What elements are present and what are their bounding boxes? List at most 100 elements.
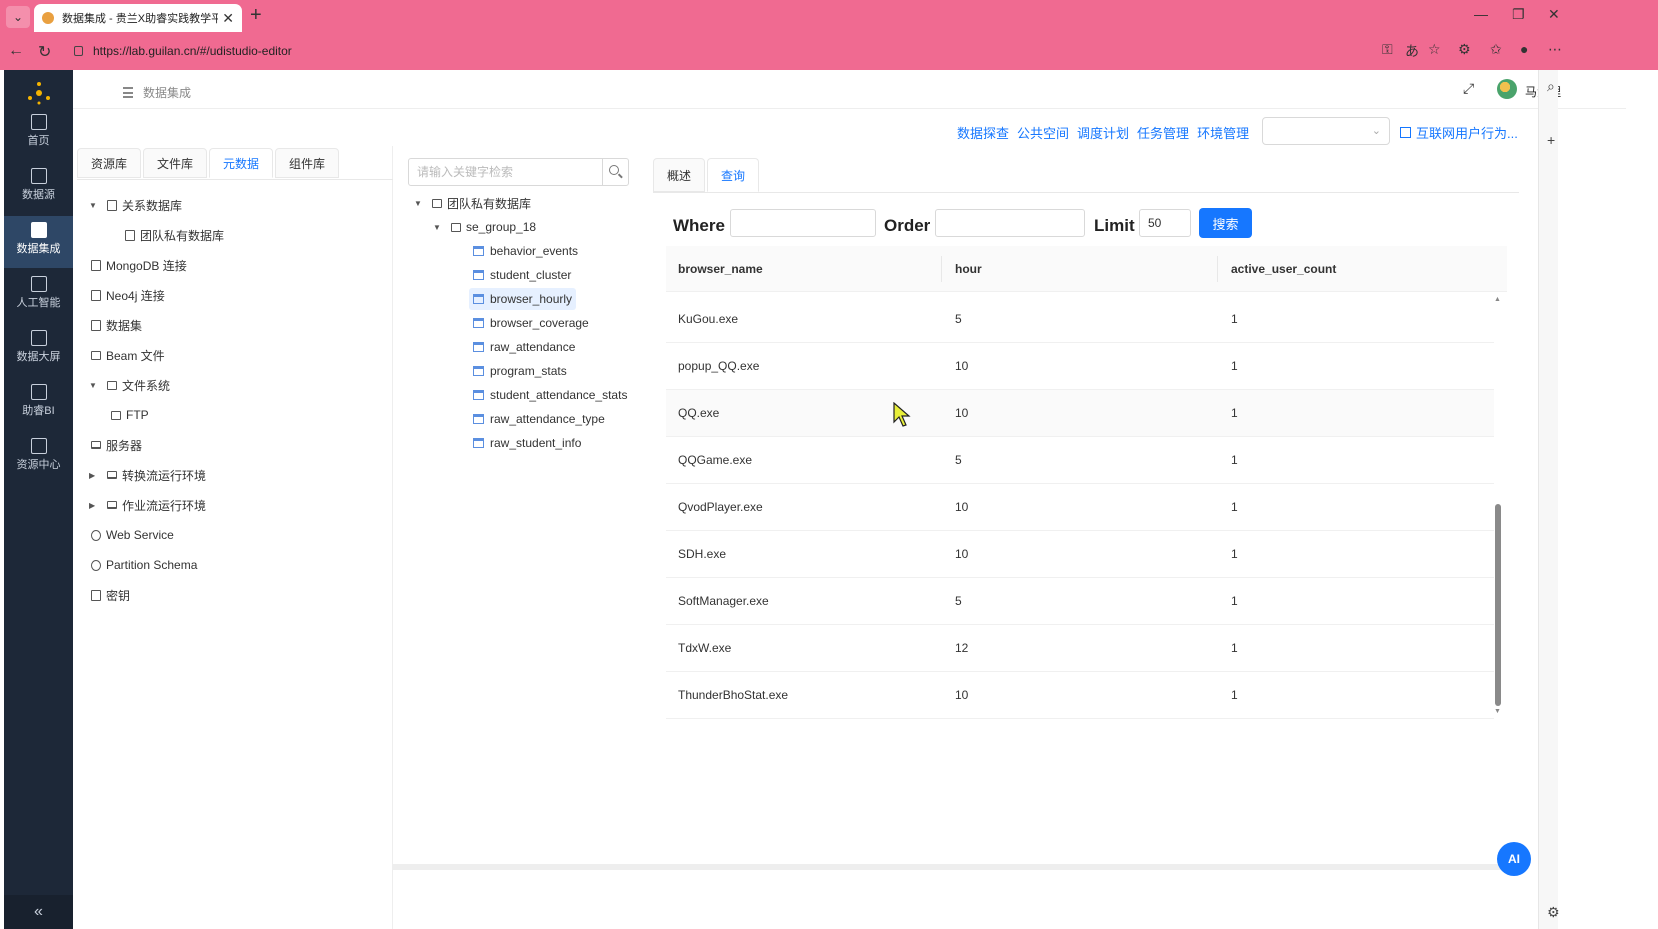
minimize-button[interactable]: — — [1474, 6, 1488, 22]
tree-mongodb[interactable]: MongoDB 连接 — [91, 254, 187, 276]
table-row[interactable]: QQ.exe 10 1 — [666, 390, 1494, 437]
nav-data-integration[interactable]: 数据集成 — [4, 216, 73, 268]
where-input[interactable] — [730, 209, 876, 237]
menu-icon[interactable] — [123, 87, 133, 98]
ai-assistant-button[interactable]: AI — [1497, 842, 1531, 876]
favorites-icon[interactable]: ✩ — [1490, 41, 1502, 58]
search-button[interactable] — [602, 159, 628, 185]
table-scrollbar[interactable]: ▲ ▼ — [1494, 296, 1502, 718]
link-schedule-plan[interactable]: 调度计划 — [1077, 123, 1129, 142]
scrollbar-thumb[interactable] — [1495, 504, 1501, 706]
tab-metadata[interactable]: 元数据 — [209, 148, 274, 178]
caret-down-icon[interactable]: ▼ — [89, 201, 101, 210]
tab-close-icon[interactable]: ✕ — [222, 10, 234, 27]
link-task-management[interactable]: 任务管理 — [1137, 123, 1189, 142]
table-node[interactable]: student_attendance_stats — [473, 384, 627, 406]
profile-icon[interactable]: ● — [1520, 41, 1528, 57]
tree-beam-file[interactable]: Beam 文件 — [91, 344, 165, 366]
tree-ftp[interactable]: FTP — [111, 404, 149, 426]
table-node[interactable]: raw_student_info — [473, 432, 581, 454]
table-node[interactable]: browser_coverage — [473, 312, 589, 334]
table-row[interactable]: QQGame.exe 5 1 — [666, 437, 1494, 484]
tree-job-env[interactable]: ▶ 作业流运行环境 — [89, 494, 206, 516]
limit-input[interactable] — [1139, 209, 1191, 237]
tree-web-service[interactable]: Web Service — [91, 524, 174, 546]
caret-down-icon[interactable]: ▼ — [433, 223, 445, 232]
table-search-input[interactable] — [409, 159, 603, 185]
tree-neo4j[interactable]: Neo4j 连接 — [91, 284, 165, 306]
query-search-button[interactable]: 搜索 — [1199, 208, 1252, 238]
nav-bi[interactable]: 助睿BI — [4, 378, 73, 430]
caret-right-icon[interactable]: ▶ — [89, 471, 101, 480]
more-menu-icon[interactable]: ⋯ — [1548, 41, 1562, 58]
project-select[interactable]: ⌄ — [1262, 117, 1390, 145]
table-node[interactable]: behavior_events — [473, 240, 578, 262]
column-header[interactable]: active_user_count — [1231, 262, 1336, 276]
tree-relational-db[interactable]: ▼ 关系数据库 — [89, 194, 182, 216]
tree-dataset[interactable]: 数据集 — [91, 314, 142, 336]
scroll-up-icon[interactable]: ▲ — [1494, 296, 1501, 303]
key-icon[interactable]: ⚿ — [1382, 41, 1393, 58]
horizontal-scrollbar[interactable] — [393, 864, 1516, 870]
table-node[interactable]: program_stats — [473, 360, 567, 382]
fullscreen-icon[interactable]: ⤢ — [1463, 80, 1474, 97]
tree-secret-key[interactable]: 密钥 — [91, 584, 130, 606]
nav-dashboard[interactable]: 数据大屏 — [4, 324, 73, 376]
tree-se-group[interactable]: ▼ se_group_18 — [433, 216, 536, 238]
project-link[interactable]: 互联网用户行为... — [1400, 123, 1518, 142]
table-row[interactable]: SDH.exe 10 1 — [666, 531, 1494, 578]
tree-transform-env[interactable]: ▶ 转换流运行环境 — [89, 464, 206, 486]
tab-resource-repo[interactable]: 资源库 — [77, 148, 142, 178]
collapse-sidebar-button[interactable]: « — [4, 895, 73, 929]
avatar[interactable] — [1497, 79, 1517, 99]
reload-icon[interactable]: ↻ — [38, 42, 51, 62]
tab-component-repo[interactable]: 组件库 — [275, 148, 340, 178]
caret-down-icon[interactable]: ▼ — [89, 381, 101, 390]
tree-server[interactable]: 服务器 — [91, 434, 142, 456]
link-env-management[interactable]: 环境管理 — [1197, 123, 1249, 142]
table-row[interactable]: TdxW.exe 12 1 — [666, 625, 1494, 672]
nav-ai[interactable]: 人工智能 — [4, 270, 73, 322]
add-icon[interactable]: + — [1547, 132, 1555, 148]
column-divider[interactable] — [1217, 256, 1218, 282]
tree-partition-schema[interactable]: Partition Schema — [91, 554, 197, 576]
browser-tab[interactable]: 数据集成 - 贵兰X助睿实践教学平台 ✕ — [34, 4, 242, 32]
back-arrow-icon[interactable]: ← — [8, 42, 24, 60]
settings-gear-icon[interactable]: ⚙ — [1547, 904, 1560, 921]
order-input[interactable] — [935, 209, 1085, 237]
nav-resource-center[interactable]: 资源中心 — [4, 432, 73, 484]
tab-query[interactable]: 查询 — [707, 158, 760, 192]
tab-overview[interactable]: 概述 — [653, 158, 706, 192]
favorite-star-icon[interactable]: ☆ — [1428, 41, 1441, 58]
translate-icon[interactable]: あ — [1405, 41, 1419, 61]
table-row[interactable]: ThunderBhoStat.exe 10 1 — [666, 672, 1494, 719]
column-divider[interactable] — [941, 256, 942, 282]
tab-list-button[interactable]: ⌄ — [6, 6, 30, 28]
tree-filesystem[interactable]: ▼ 文件系统 — [89, 374, 170, 396]
table-row[interactable]: popup_QQ.exe 10 1 — [666, 343, 1494, 390]
table-row[interactable]: QvodPlayer.exe 10 1 — [666, 484, 1494, 531]
link-public-space[interactable]: 公共空间 — [1017, 123, 1069, 142]
table-node[interactable]: raw_attendance — [473, 336, 575, 358]
table-node[interactable]: student_cluster — [473, 264, 571, 286]
new-tab-button[interactable]: + — [250, 4, 262, 27]
restore-button[interactable]: ❐ — [1512, 6, 1525, 23]
caret-right-icon[interactable]: ▶ — [89, 501, 101, 510]
column-header[interactable]: hour — [955, 262, 982, 276]
tab-file-repo[interactable]: 文件库 — [143, 148, 208, 178]
table-row[interactable]: SoftManager.exe 5 1 — [666, 578, 1494, 625]
link-data-explore[interactable]: 数据探查 — [957, 123, 1009, 142]
nav-datasource[interactable]: 数据源 — [4, 162, 73, 214]
scroll-down-icon[interactable]: ▼ — [1494, 708, 1501, 715]
window-close-button[interactable]: ✕ — [1548, 6, 1560, 23]
tree-team-db-root[interactable]: ▼ 团队私有数据库 — [414, 192, 531, 214]
tree-team-private-db[interactable]: 团队私有数据库 — [107, 224, 224, 246]
extensions-icon[interactable]: ⚙ — [1458, 41, 1471, 58]
column-header[interactable]: browser_name — [678, 262, 763, 276]
search-icon[interactable]: ⌕ — [1547, 78, 1555, 95]
caret-down-icon[interactable]: ▼ — [414, 199, 426, 208]
url-field[interactable]: https://lab.guilan.cn/#/udistudio-editor — [66, 38, 1386, 64]
table-node[interactable]: raw_attendance_type — [473, 408, 605, 430]
nav-home[interactable]: 首页 — [4, 108, 73, 160]
table-row[interactable]: KuGou.exe 5 1 — [666, 296, 1494, 343]
